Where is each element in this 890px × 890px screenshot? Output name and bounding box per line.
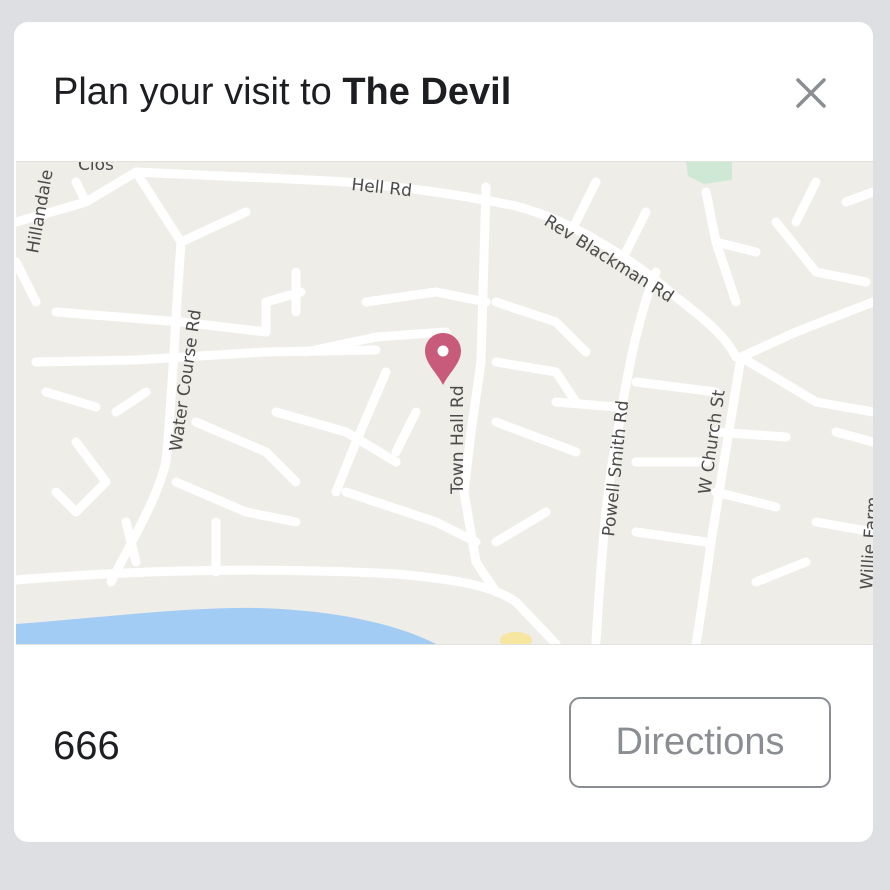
road-label-willie: Willie Farm — [857, 496, 873, 590]
highlight-patch — [500, 632, 532, 644]
footer-value: 666 — [53, 724, 120, 768]
park-area — [686, 162, 732, 184]
map-view[interactable]: Clos Hillandale Hell Rd Rev Blackman Rd … — [16, 161, 873, 645]
close-button[interactable] — [788, 70, 834, 116]
map-pin-icon[interactable] — [425, 333, 461, 385]
water-area — [16, 607, 436, 644]
road-network — [16, 167, 873, 644]
dialog-title: Plan your visit to The Devil — [53, 66, 511, 118]
venue-name: The Devil — [342, 71, 512, 113]
directions-button[interactable]: Directions — [569, 697, 831, 788]
road-label-hell-rd: Hell Rd — [350, 175, 412, 201]
road-label-town-hall-rd: Town Hall Rd — [448, 385, 468, 495]
title-prefix: Plan your visit to — [53, 71, 343, 113]
plan-visit-dialog: Plan your visit to The Devil Clos Hillan… — [14, 22, 873, 842]
dialog-header: Plan your visit to The Devil — [14, 22, 873, 162]
road-label-rev-blackman-rd: Rev Blackman Rd — [540, 211, 677, 307]
close-icon — [796, 78, 826, 108]
road-label-clos: Clos — [78, 162, 114, 175]
road-label-powell-smith-rd: Powell Smith Rd — [599, 399, 633, 537]
